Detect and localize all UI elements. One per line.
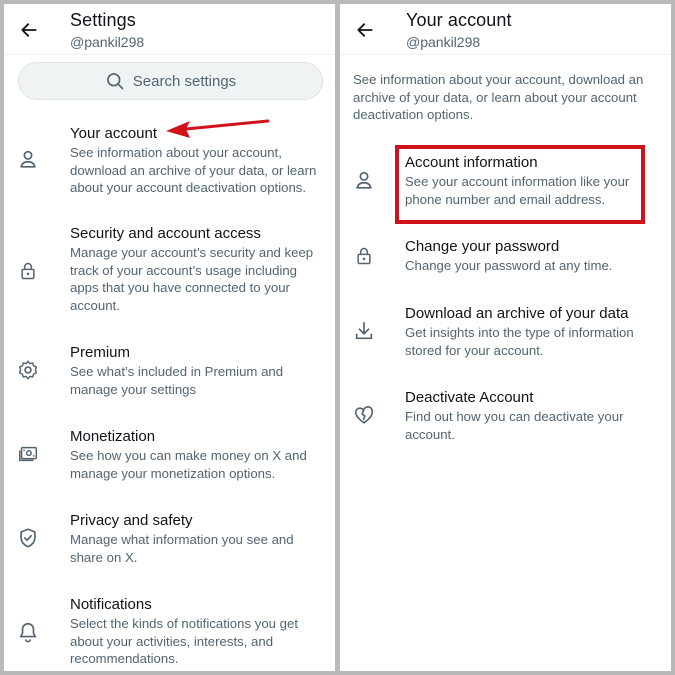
settings-item-description: Manage what information you see and shar… (70, 532, 294, 565)
settings-item-description: See how you can make money on X and mana… (70, 448, 307, 481)
settings-item-security[interactable]: Security and account access Manage your … (4, 223, 335, 319)
person-icon (352, 168, 376, 192)
annotation-arrow-icon (166, 119, 270, 138)
account-item-description: See your account information like your p… (405, 174, 630, 207)
lock-icon (352, 244, 376, 268)
account-item-deactivate[interactable]: Deactivate Account Find out how you can … (340, 387, 671, 449)
intro-description: See information about your account, down… (353, 72, 644, 122)
account-item-label: Change your password (405, 238, 560, 255)
person-icon (16, 147, 40, 171)
your-account-panel: Your account @pankil298 See information … (340, 4, 671, 671)
back-button[interactable] (352, 17, 378, 43)
back-arrow-icon (21, 23, 37, 37)
account-item-change-password[interactable]: Change your password Change your passwor… (340, 236, 671, 284)
download-icon (352, 319, 376, 343)
settings-item-description: See what’s included in Premium and manag… (70, 364, 284, 397)
bell-icon (16, 620, 40, 644)
settings-item-label: Privacy and safety (70, 512, 193, 529)
page-title: Your account (406, 10, 512, 30)
settings-item-premium[interactable]: Premium See what’s included in Premium a… (4, 342, 335, 404)
account-item-description: Get insights into the type of informatio… (405, 325, 634, 358)
account-item-label: Deactivate Account (405, 389, 534, 406)
account-item-description: Change your password at any time. (405, 258, 613, 273)
account-item-description: Find out how you can deactivate your acc… (405, 409, 624, 442)
settings-item-label: Your account (70, 125, 158, 142)
settings-item-description: Select the kinds of notifications you ge… (70, 616, 298, 666)
search-input[interactable]: Search settings (18, 62, 323, 100)
settings-header: Settings @pankil298 (4, 4, 335, 55)
back-arrow-icon (357, 23, 373, 37)
user-handle: @pankil298 (70, 34, 145, 50)
settings-item-description: Manage your account’s security and keep … (70, 245, 314, 313)
broken-heart-icon (352, 403, 376, 427)
shield-icon (16, 526, 40, 550)
account-item-label: Account information (405, 154, 538, 171)
settings-item-label: Security and account access (70, 225, 261, 242)
page-title: Settings (70, 10, 136, 30)
settings-item-label: Monetization (70, 428, 156, 445)
account-item-account-information[interactable]: Account information See your account inf… (340, 152, 671, 218)
money-icon (16, 442, 40, 466)
gear-icon (16, 358, 40, 382)
lock-icon (16, 259, 40, 283)
account-item-label: Download an archive of your data (405, 305, 629, 322)
search-placeholder: Search settings (132, 72, 237, 90)
settings-item-description: See information about your account, down… (70, 145, 317, 195)
settings-item-privacy[interactable]: Privacy and safety Manage what informati… (4, 510, 335, 572)
account-item-download-archive[interactable]: Download an archive of your data Get ins… (340, 303, 671, 365)
settings-item-notifications[interactable]: Notifications Select the kinds of notifi… (4, 594, 335, 671)
settings-item-label: Notifications (70, 596, 152, 613)
your-account-header: Your account @pankil298 (340, 4, 671, 55)
settings-item-label: Premium (70, 344, 131, 361)
back-button[interactable] (16, 17, 42, 43)
settings-item-monetization[interactable]: Monetization See how you can make money … (4, 426, 335, 488)
settings-panel: Settings @pankil298 Search settings Your… (4, 4, 335, 671)
search-icon (106, 73, 124, 90)
user-handle: @pankil298 (406, 34, 481, 50)
